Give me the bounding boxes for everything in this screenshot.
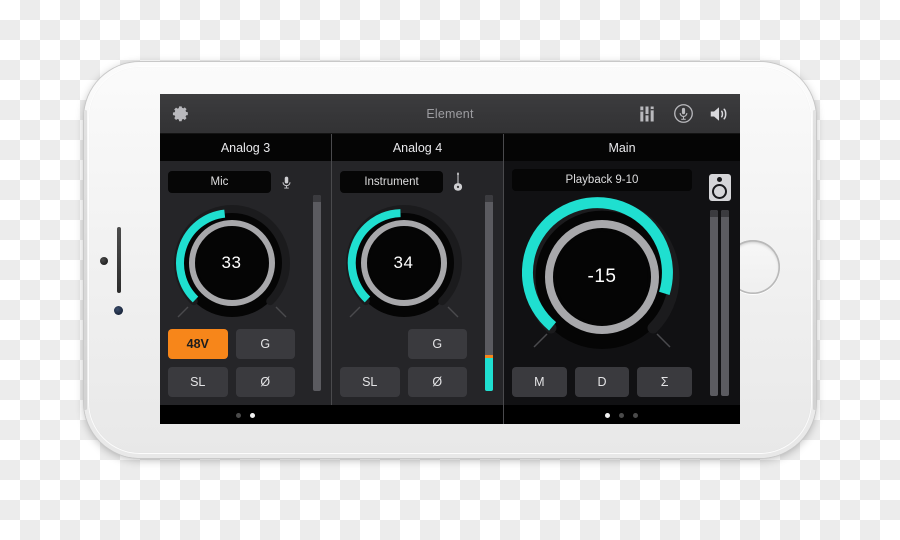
gain-value-analog4: 34 [393, 253, 414, 272]
channel-strip-analog4: Instrument 34 G SL Ø [331, 161, 503, 405]
speaker-volume-icon[interactable] [708, 103, 730, 125]
meter-peak [485, 354, 493, 358]
group-button-analog4[interactable]: G [407, 329, 467, 359]
button-grid-analog4: G SL Ø [340, 321, 467, 397]
source-row-main: Playback 9-10 [504, 161, 700, 191]
page-dots-analog3[interactable] [160, 405, 331, 424]
channel-strips: Mic 33 48V G SL Ø Instrument 34 G SL Ø P… [160, 161, 740, 405]
solo-button-analog4[interactable]: SL [340, 367, 400, 397]
group-button-analog3[interactable]: G [235, 329, 295, 359]
button-grid-main: M D Σ [512, 359, 692, 397]
screenshot-canvas: Element Analog 3 Analog 4 Main Mic 33 48… [0, 0, 900, 540]
empty-slot-analog4 [340, 329, 400, 359]
level-meter-analog3 [313, 195, 321, 391]
source-select-main[interactable]: Playback 9-10 [512, 169, 692, 191]
microphone-circle-icon[interactable] [672, 103, 694, 125]
monitor-speaker-icon[interactable] [708, 174, 731, 201]
page-dot [236, 412, 242, 418]
level-meter-main-right [721, 210, 730, 396]
header-actions [636, 103, 730, 125]
earpiece-speaker [117, 227, 121, 293]
page-dots-analog4 [331, 405, 502, 424]
guitar-icon [449, 169, 467, 195]
microphone-icon [277, 169, 295, 195]
meter-cap [721, 210, 730, 217]
page-dot-active [250, 412, 256, 418]
page-dot-active [605, 412, 611, 418]
channel-title-analog4: Analog 4 [331, 134, 503, 161]
gain-knob-analog3[interactable]: 33 [170, 201, 294, 325]
gain-knob-analog4[interactable]: 34 [342, 201, 466, 325]
mute-button-main[interactable]: M [512, 367, 567, 397]
channel-strip-main: Playback 9-10 -15 M D Σ [503, 161, 740, 405]
polarity-button-analog4[interactable]: Ø [407, 367, 467, 397]
level-meter-analog4 [485, 195, 493, 391]
mixer-faders-icon[interactable] [636, 103, 658, 125]
source-select-analog4[interactable]: Instrument [340, 171, 443, 193]
meter-cap [313, 195, 321, 202]
front-camera [100, 257, 108, 265]
source-row-analog4: Instrument [332, 161, 475, 195]
channel-title-main: Main [503, 134, 740, 161]
gear-icon[interactable] [172, 104, 191, 123]
phone-screen: Element Analog 3 Analog 4 Main Mic 33 48… [160, 94, 740, 424]
phone-antenna-band-right [813, 110, 816, 410]
meter-cap [485, 195, 493, 202]
volume-value-main: -15 [587, 266, 617, 287]
page-dot [633, 412, 639, 418]
page-dot [619, 412, 625, 418]
gain-value-analog3: 33 [221, 253, 242, 272]
level-meter-main-left [710, 210, 719, 396]
dim-button-main[interactable]: D [574, 367, 630, 397]
meter-fill [485, 357, 493, 391]
volume-knob-main[interactable]: -15 [521, 197, 682, 357]
source-row-analog3: Mic [160, 161, 303, 195]
button-grid-analog3: 48V G SL Ø [168, 321, 295, 397]
phone-device: Element Analog 3 Analog 4 Main Mic 33 48… [84, 62, 816, 458]
phone-antenna-band-left [84, 110, 87, 410]
channel-strip-analog3: Mic 33 48V G SL Ø [160, 161, 331, 405]
meter-column-analog3 [303, 161, 331, 405]
sum-button-main[interactable]: Σ [637, 367, 692, 397]
channel-header-row: Analog 3 Analog 4 Main [160, 134, 740, 161]
polarity-button-analog3[interactable]: Ø [235, 367, 295, 397]
page-indicator-row [160, 405, 740, 424]
channel-title-analog3: Analog 3 [220, 140, 271, 155]
proximity-sensor [114, 306, 123, 315]
meter-cap [710, 210, 719, 217]
source-select-analog3[interactable]: Mic [168, 171, 271, 193]
page-dots-main[interactable] [502, 405, 740, 424]
meter-column-main [700, 161, 740, 405]
solo-button-analog3[interactable]: SL [168, 367, 228, 397]
meter-column-analog4 [475, 161, 503, 405]
app-header: Element [160, 94, 740, 134]
phantom-power-button-analog3[interactable]: 48V [168, 329, 228, 359]
